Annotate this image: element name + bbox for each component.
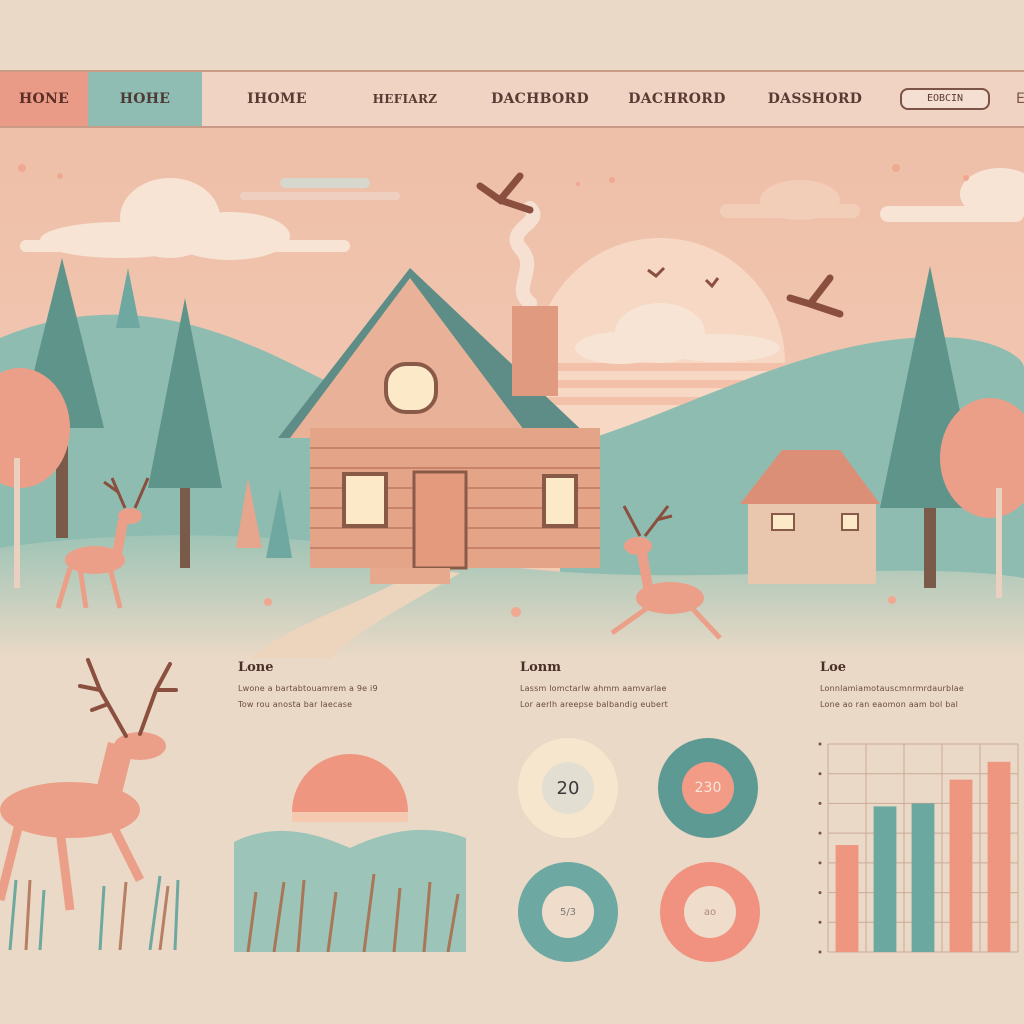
chart-bar [911, 803, 935, 952]
stat-ring: 5/3 [518, 862, 618, 962]
y-tick [818, 861, 822, 865]
section-title: Lone [238, 660, 274, 675]
stat-ring-value: 20 [542, 762, 594, 814]
section-title: Loe [820, 660, 847, 675]
nav-item-dashboard-3[interactable]: DASSHORD [758, 72, 872, 126]
section-text: Lonnlamiamotauscmnrmrdaurblae [820, 684, 964, 693]
nav-item-ihome[interactable]: IHOME [222, 72, 332, 126]
chart-bar [987, 761, 1011, 952]
section-title: Lonm [520, 660, 562, 675]
chart-bar [835, 845, 859, 952]
section-text: Tow rou anosta bar laecase [238, 700, 353, 709]
cloud [240, 192, 400, 200]
nav-item-home[interactable]: HONE [0, 72, 88, 126]
chart-bar [873, 806, 897, 952]
y-tick [818, 920, 822, 924]
stat-ring-value: ao [684, 886, 736, 938]
nav-item-home-alt[interactable]: HOHE [88, 72, 202, 126]
y-tick [818, 742, 822, 746]
stat-ring-value: 5/3 [542, 886, 594, 938]
cloud [280, 178, 370, 188]
hero-scene [0, 128, 1024, 658]
chart-bar [949, 779, 973, 952]
y-tick [818, 891, 822, 895]
section-text: Lassm lomctarlw ahmm aamvarlae [520, 684, 667, 693]
bar-chart [818, 742, 1019, 954]
stat-ring-value: 230 [682, 762, 734, 814]
y-tick [818, 772, 822, 776]
y-tick [818, 950, 822, 954]
stat-ring: ao [660, 862, 760, 962]
section-text: Lor aerlh areepse balbandig eubert [520, 700, 668, 709]
y-tick [818, 831, 822, 835]
section-text: Lone ao ran eaomon aam bol bal [820, 700, 958, 709]
y-tick [818, 801, 822, 805]
sunset-illustration [234, 752, 466, 952]
deer-illustration [0, 658, 180, 950]
stat-ring: 230 [658, 738, 758, 838]
stat-ring: 20 [518, 738, 618, 838]
nav-item-hefiarz[interactable]: HEFIARZ [350, 72, 460, 126]
search-button[interactable]: EOBCIN [900, 88, 990, 110]
top-navigation: HONE HOHE IHOME HEFIARZ DACHBORD DACHROR… [0, 70, 1024, 128]
nav-overflow-item[interactable]: E [1016, 72, 1024, 126]
section-text: Lwone a bartabtouamrem a 9e i9 [238, 684, 378, 693]
nav-item-dashboard-1[interactable]: DACHBORD [485, 72, 595, 126]
hero-illustration [0, 128, 1024, 658]
nav-item-dashboard-2[interactable]: DACHRORD [622, 72, 732, 126]
